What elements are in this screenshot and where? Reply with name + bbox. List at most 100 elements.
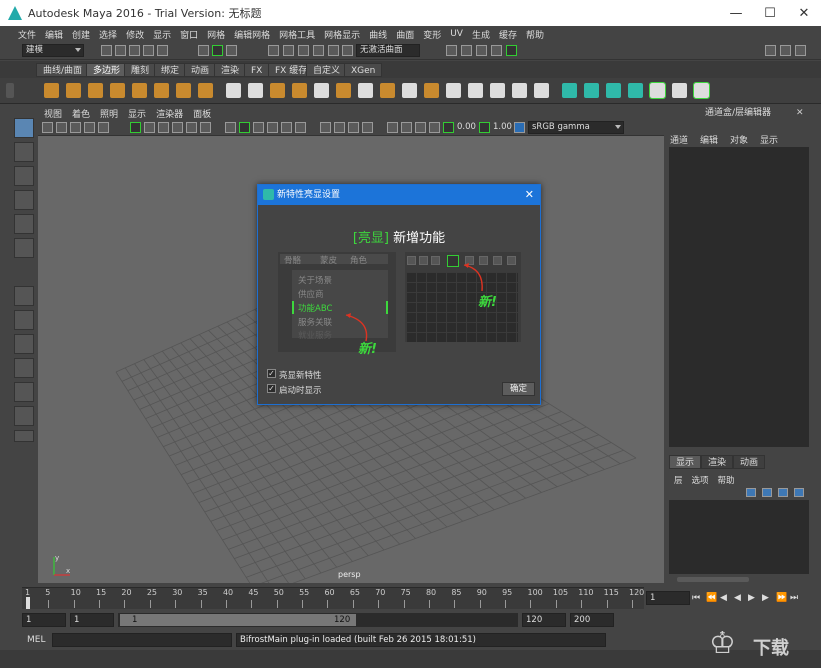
show-on-startup-checkbox[interactable]: ✓ xyxy=(267,384,276,393)
step-back-icon[interactable]: ◀ xyxy=(720,593,727,603)
play-forward-icon[interactable]: ▶ xyxy=(748,593,755,603)
shelf-tab[interactable]: 曲线/曲面 xyxy=(36,63,90,77)
menu-item[interactable]: 缓存 xyxy=(499,28,517,41)
toggle-channel-icon[interactable] xyxy=(795,45,806,56)
planar-map-icon[interactable] xyxy=(584,83,599,98)
layer-list[interactable] xyxy=(669,500,809,574)
select-component-icon[interactable] xyxy=(226,45,237,56)
maximize-button[interactable]: ☐ xyxy=(753,0,787,26)
goto-start-icon[interactable]: ⏮ xyxy=(692,593,700,603)
bridge-icon[interactable] xyxy=(380,83,395,98)
camera-select-icon[interactable] xyxy=(42,122,53,133)
side-by-side-icon[interactable] xyxy=(14,334,34,354)
wireframe-on-shaded-icon[interactable] xyxy=(253,122,264,133)
poly-cylinder-icon[interactable] xyxy=(88,83,103,98)
more-layouts-icon[interactable] xyxy=(14,430,34,442)
viewport-menu-item[interactable]: 渲染器 xyxy=(156,107,183,120)
mode-selector[interactable]: 建模 xyxy=(22,44,84,57)
menu-item[interactable]: 帮助 xyxy=(526,28,544,41)
rotate-tool-icon[interactable] xyxy=(14,214,34,234)
layer-scrollbar[interactable] xyxy=(677,577,749,582)
paint-select-icon[interactable] xyxy=(14,166,34,186)
menu-item[interactable]: 显示 xyxy=(153,28,171,41)
offset-loop-icon[interactable] xyxy=(512,83,527,98)
reduce-icon[interactable] xyxy=(314,83,329,98)
viewport-menu-item[interactable]: 视图 xyxy=(44,107,62,120)
persp-graph-icon[interactable] xyxy=(14,358,34,378)
uv-editor-icon[interactable] xyxy=(562,83,577,98)
textured-icon[interactable] xyxy=(267,122,278,133)
render-settings-icon[interactable] xyxy=(491,45,502,56)
current-frame-marker[interactable] xyxy=(26,597,30,609)
poly-torus-icon[interactable] xyxy=(154,83,169,98)
layer-tab[interactable]: 动画 xyxy=(733,455,766,469)
select-tool-icon[interactable] xyxy=(14,118,34,138)
redo-icon[interactable] xyxy=(157,45,168,56)
snap-point-icon[interactable] xyxy=(298,45,309,56)
channel-menu-item[interactable]: 通道 xyxy=(670,133,688,146)
shelf-tab[interactable]: FX xyxy=(244,63,270,77)
gamma-field[interactable]: 1.00 xyxy=(490,121,512,135)
ambient-occlusion-icon[interactable] xyxy=(320,122,331,133)
xray-components-icon[interactable] xyxy=(429,122,440,133)
shelf-tab[interactable]: 自定义 xyxy=(306,63,348,77)
colorspace-selector[interactable]: sRGB gamma xyxy=(528,121,624,134)
shelf-tab[interactable]: 动画 xyxy=(184,63,217,77)
viewport-menu-item[interactable]: 照明 xyxy=(100,107,118,120)
channel-menu-item[interactable]: 对象 xyxy=(730,133,748,146)
poly-cone-icon[interactable] xyxy=(110,83,125,98)
hypershade-icon[interactable] xyxy=(506,45,517,56)
script-language-label[interactable]: MEL xyxy=(27,635,45,645)
channel-menu-item[interactable]: 编辑 xyxy=(700,133,718,146)
step-forward-key-icon[interactable]: ⏩ xyxy=(776,593,787,603)
layer-menu-item[interactable]: 层 xyxy=(674,474,683,486)
close-button[interactable]: ✕ xyxy=(787,0,821,26)
smooth-shade-icon[interactable] xyxy=(239,122,250,133)
new-layer-selected-icon[interactable] xyxy=(794,488,804,497)
spherical-map-icon[interactable] xyxy=(628,83,643,98)
make-live-icon[interactable] xyxy=(342,45,353,56)
mirror-icon[interactable] xyxy=(336,83,351,98)
menu-item[interactable]: 文件 xyxy=(18,28,36,41)
snap-grid-icon[interactable] xyxy=(268,45,279,56)
menu-item[interactable]: UV xyxy=(450,29,463,39)
menu-item[interactable]: 选择 xyxy=(99,28,117,41)
boolean-icon[interactable] xyxy=(292,83,307,98)
viewport-menu-item[interactable]: 着色 xyxy=(72,107,90,120)
anti-alias-icon[interactable] xyxy=(348,122,359,133)
exposure-icon[interactable] xyxy=(443,122,454,133)
save-scene-icon[interactable] xyxy=(129,45,140,56)
film-gate-icon[interactable] xyxy=(130,122,141,133)
play-back-icon[interactable]: ◀ xyxy=(734,593,741,603)
layout-uv-icon[interactable] xyxy=(693,82,710,99)
isolate-select-icon[interactable] xyxy=(387,122,398,133)
bookmark-icon[interactable] xyxy=(70,122,81,133)
channel-box[interactable] xyxy=(669,147,809,447)
depth-of-field-icon[interactable] xyxy=(362,122,373,133)
xray-joints-icon[interactable] xyxy=(415,122,426,133)
step-back-key-icon[interactable]: ⏪ xyxy=(706,593,717,603)
safe-title-icon[interactable] xyxy=(200,122,211,133)
render-frame-icon[interactable] xyxy=(461,45,472,56)
ipr-render-icon[interactable] xyxy=(476,45,487,56)
smooth-icon[interactable] xyxy=(270,83,285,98)
playback-end-field[interactable]: 120 xyxy=(522,613,566,627)
multi-cut-icon[interactable] xyxy=(490,83,505,98)
gate-mask-icon[interactable] xyxy=(158,122,169,133)
live-surface-field[interactable]: 无激活曲面 xyxy=(356,44,420,57)
persp-outliner-icon[interactable] xyxy=(14,382,34,402)
layer-tab[interactable]: 显示 xyxy=(669,455,702,469)
layout-preset-icon[interactable] xyxy=(14,406,34,426)
channel-menu-item[interactable]: 显示 xyxy=(760,133,778,146)
move-tool-icon[interactable] xyxy=(14,190,34,210)
grid-icon[interactable] xyxy=(98,122,109,133)
snap-view-icon[interactable] xyxy=(313,45,324,56)
viewport-menu-item[interactable]: 显示 xyxy=(128,107,146,120)
exposure-field[interactable]: 0.00 xyxy=(454,121,476,135)
new-feature-shelf-icon[interactable] xyxy=(649,82,666,99)
menu-item[interactable]: 变形 xyxy=(423,28,441,41)
layer-menu-item[interactable]: 帮助 xyxy=(718,474,735,486)
menu-item[interactable]: 编辑网格 xyxy=(234,28,270,41)
poly-cube-icon[interactable] xyxy=(66,83,81,98)
menu-item[interactable]: 网格 xyxy=(207,28,225,41)
